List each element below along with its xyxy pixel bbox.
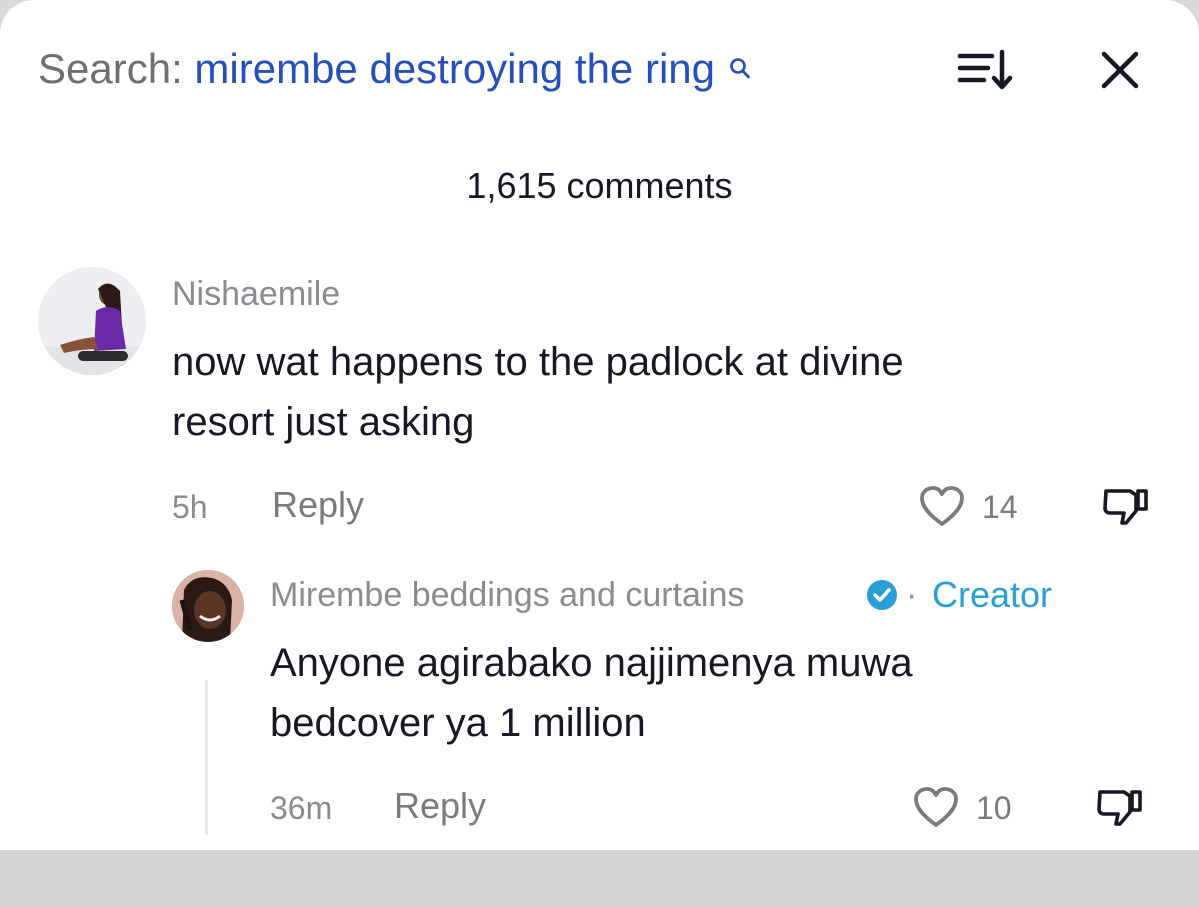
heart-icon[interactable] [912, 785, 960, 829]
comment-time: 5h [172, 489, 208, 525]
reply-thread-line [205, 680, 208, 835]
verified-icon [867, 580, 897, 610]
search-query[interactable]: mirembe destroying the ring [194, 45, 715, 92]
dislike-icon[interactable] [1100, 483, 1152, 529]
reply-time: 36m [270, 790, 333, 826]
reply-text-line: Anyone agirabako najjimenya muwa [270, 641, 913, 685]
heart-icon[interactable] [918, 484, 966, 528]
sort-icon[interactable] [956, 48, 1014, 92]
like-count: 10 [976, 790, 1012, 826]
reply-text-line: bedcover ya 1 million [270, 701, 646, 745]
comments-sheet: Search: mirembe destroying the ring 1,61… [0, 0, 1199, 850]
bottom-bar [0, 850, 1199, 907]
close-icon[interactable] [1098, 48, 1142, 92]
dislike-icon[interactable] [1094, 784, 1146, 830]
avatar[interactable] [172, 570, 244, 642]
comment-username[interactable]: Nishaemile [172, 274, 340, 314]
comment-text-line: resort just asking [172, 400, 475, 444]
avatar[interactable] [38, 267, 146, 375]
search-icon[interactable] [729, 57, 751, 81]
reply-button[interactable]: Reply [394, 786, 486, 826]
search-prefix: Search: [38, 45, 183, 92]
separator-dot: · [906, 576, 918, 614]
comment-count: 1,615 comments [466, 165, 733, 206]
reply-username[interactable]: Mirembe beddings and curtains [270, 575, 744, 615]
reply-button[interactable]: Reply [272, 485, 364, 525]
search-bar[interactable]: Search: mirembe destroying the ring [38, 44, 753, 94]
like-count: 14 [982, 489, 1018, 525]
comment-text-line: now wat happens to the padlock at divine [172, 340, 904, 384]
creator-label: Creator [932, 574, 1053, 615]
